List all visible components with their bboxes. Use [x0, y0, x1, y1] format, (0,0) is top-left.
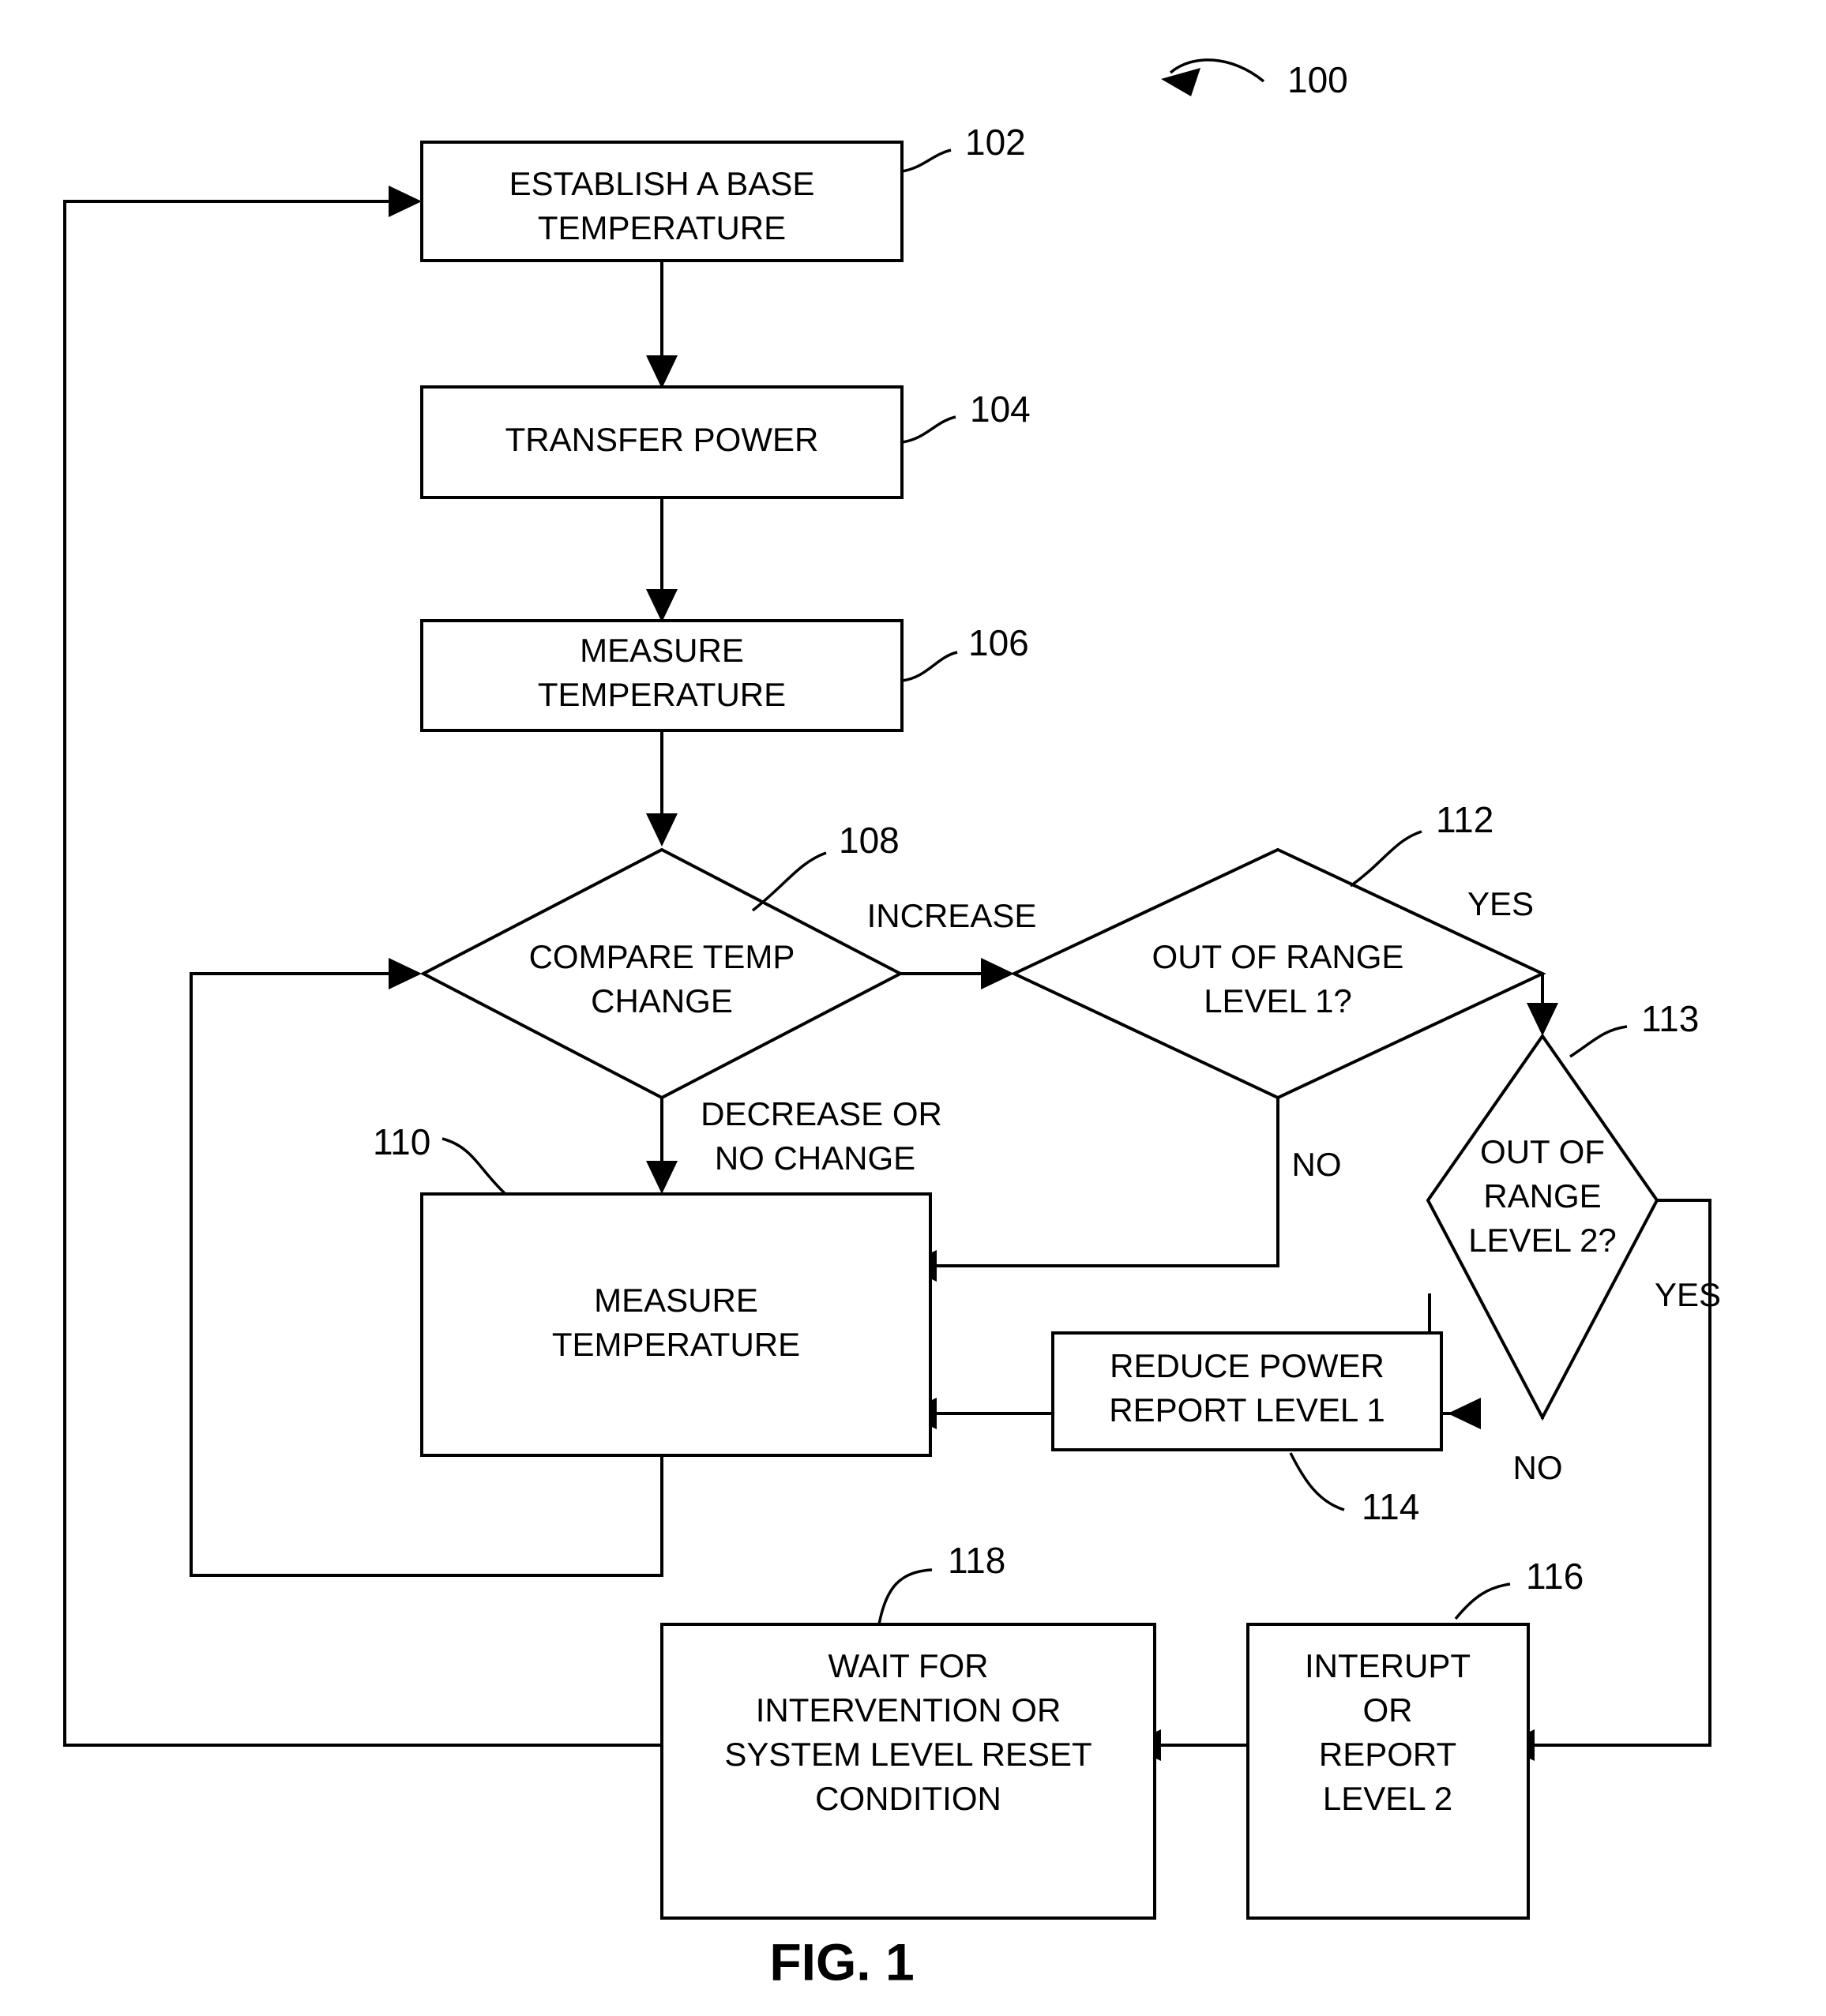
leader-112	[1349, 830, 1422, 888]
leader-116	[1454, 1582, 1511, 1620]
edge-label-decrease-line-1: DECREASE OR	[701, 1095, 942, 1132]
node-114-line-1: REDUCE POWER	[1110, 1347, 1385, 1384]
node-106-line-1: MEASURE	[580, 632, 744, 669]
flowchart-diagram: ESTABLISH A BASE TEMPERATURE TRANSFER PO…	[63, 58, 1721, 1991]
node-118-line-3: SYSTEM LEVEL RESET	[724, 1736, 1091, 1773]
ref-label-112: 112	[1436, 799, 1493, 840]
node-102-line-1: ESTABLISH A BASE	[509, 165, 815, 202]
edge-label-decrease-line-2: NO CHANGE	[715, 1139, 915, 1177]
ref-label-102: 102	[965, 122, 1026, 163]
edge-label-increase: INCREASE	[867, 897, 1037, 934]
node-116-line-3: REPORT	[1319, 1736, 1456, 1773]
arrowhead-112-113	[1527, 1003, 1558, 1036]
arrowhead-108-110	[646, 1161, 678, 1194]
node-102-line-2: TEMPERATURE	[538, 209, 786, 246]
node-116-line-1: INTERUPT	[1305, 1647, 1471, 1684]
ref-label-114: 114	[1362, 1486, 1419, 1527]
edge-112-no-to-110	[930, 1098, 1279, 1267]
arrowhead-113no-114	[1448, 1398, 1481, 1429]
ref-label-113: 113	[1641, 998, 1699, 1039]
leader-110	[441, 1137, 507, 1196]
arrowhead-102-104	[646, 355, 678, 389]
leader-114	[1289, 1452, 1345, 1511]
leader-113	[1569, 1025, 1628, 1058]
ref-label-118: 118	[948, 1540, 1005, 1581]
node-110-box	[420, 1192, 932, 1457]
leader-108	[751, 851, 827, 912]
node-118-line-2: INTERVENTION OR	[756, 1691, 1061, 1729]
arrowhead-106-108	[646, 813, 678, 847]
node-106-line-2: TEMPERATURE	[538, 676, 786, 713]
leader-104	[901, 415, 956, 444]
leader-106	[901, 651, 958, 682]
leader-102	[901, 148, 952, 173]
ref-label-110: 110	[373, 1121, 430, 1162]
arrowhead-108-112	[981, 958, 1014, 989]
edge-label-no-level2: NO	[1513, 1449, 1563, 1486]
node-112-line-1: OUT OF RANGE	[1152, 938, 1404, 975]
node-110-line-2: TEMPERATURE	[552, 1326, 800, 1363]
ref-label-106: 106	[968, 622, 1029, 663]
edge-label-no-level1: NO	[1292, 1146, 1342, 1183]
node-113-line-1: OUT OF	[1480, 1133, 1605, 1170]
node-114-line-2: REPORT LEVEL 1	[1109, 1391, 1385, 1428]
node-113-line-3: LEVEL 2?	[1468, 1222, 1617, 1259]
figure-caption: FIG. 1	[769, 1932, 914, 1991]
ref-label-108: 108	[839, 820, 900, 861]
node-108-line-2: CHANGE	[591, 982, 733, 1019]
node-118-line-1: WAIT FOR	[828, 1647, 989, 1684]
node-112-line-2: LEVEL 1?	[1204, 982, 1352, 1019]
node-104-line-1: TRANSFER POWER	[505, 421, 819, 458]
arrowhead-110-108	[389, 958, 422, 989]
node-116-line-4: LEVEL 2	[1323, 1780, 1452, 1817]
node-116-line-2: OR	[1363, 1691, 1413, 1729]
ref-label-104: 104	[970, 389, 1031, 430]
edge-label-yes-level1: YES	[1467, 885, 1534, 922]
leader-118	[877, 1568, 933, 1625]
ref-label-116: 116	[1526, 1556, 1584, 1597]
patent-figure-page: ESTABLISH A BASE TEMPERATURE TRANSFER PO…	[0, 0, 1826, 2016]
node-110-line-1: MEASURE	[594, 1282, 758, 1319]
node-118-line-4: CONDITION	[815, 1780, 1001, 1817]
node-113-line-2: RANGE	[1483, 1177, 1601, 1214]
arrowhead-to-102	[389, 186, 422, 217]
arrowhead-ref-100	[1161, 68, 1200, 96]
arrowhead-104-106	[646, 589, 678, 622]
ref-label-100: 100	[1287, 59, 1348, 100]
node-108-line-1: COMPARE TEMP	[529, 938, 795, 975]
edge-label-yes-level2: YES	[1655, 1276, 1721, 1313]
